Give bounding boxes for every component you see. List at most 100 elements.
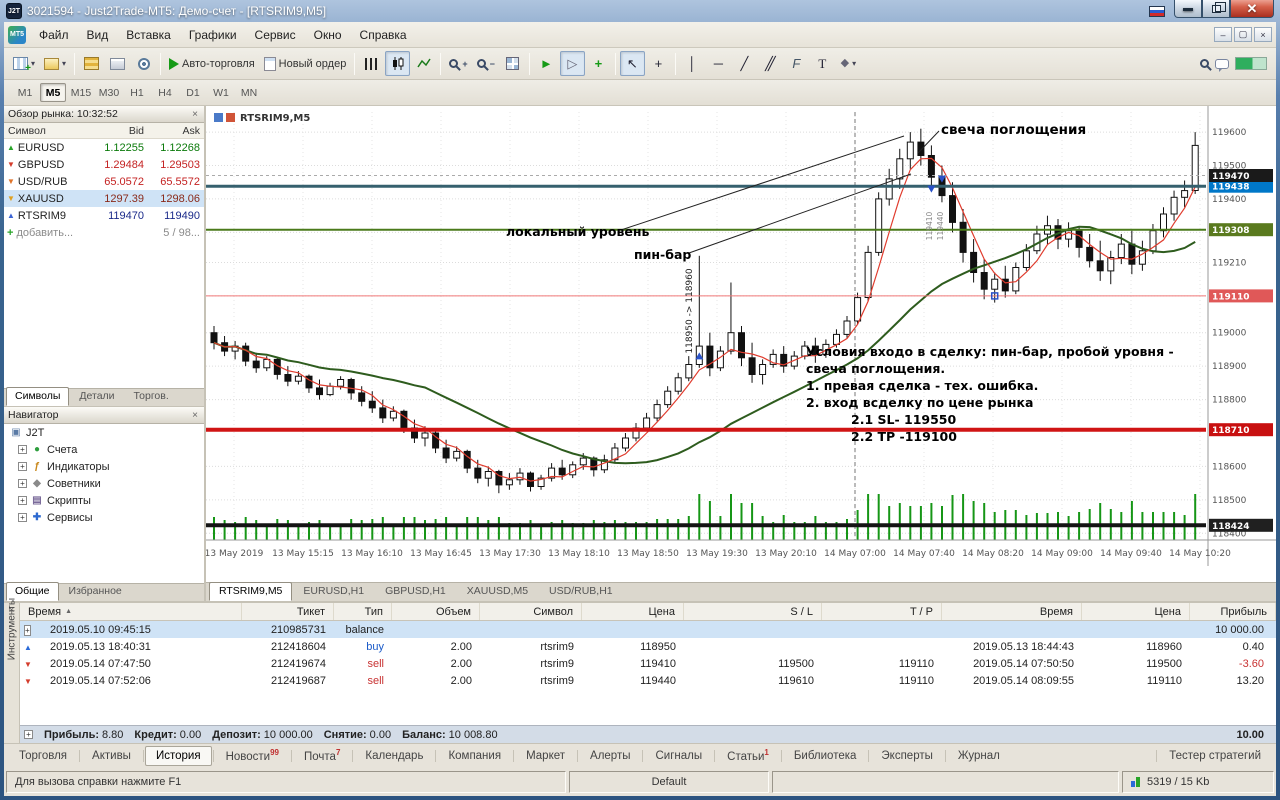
zoom-in-button[interactable]: + [445,51,471,76]
candles-chart-button[interactable] [385,51,411,76]
shapes-button[interactable]: ◆ ▾ [836,51,861,76]
add-symbol-row[interactable]: + добавить... 5 / 98... [4,224,204,241]
history-column-1[interactable]: Тикет [242,603,334,620]
chart-tab-eurusd-h1[interactable]: EURUSD,H1 [293,582,374,601]
chart-tab-gbpusd-h1[interactable]: GBPUSD,H1 [375,582,456,601]
history-column-8[interactable]: Время [942,603,1082,620]
timeframe-button-mn[interactable]: MN [236,83,262,102]
navigator-item-indicators[interactable]: + ƒ Индикаторы [4,458,204,475]
toolbox-tab-почта[interactable]: Почта7 [293,744,351,767]
timeframe-button-h1[interactable]: H1 [124,83,150,102]
mdi-minimize-button[interactable]: – [1214,27,1232,42]
toolbox-tab-история[interactable]: История [144,745,212,766]
history-row-0[interactable]: +2019.05.10 09:45:15 210985731 balance 10 0… [20,621,1276,638]
new-chart-button[interactable]: ▾ [9,51,39,76]
zoom-out-button[interactable]: − [473,51,499,76]
toolbox-tab-маркет[interactable]: Маркет [515,746,576,766]
timeframe-button-w1[interactable]: W1 [208,83,234,102]
market-watch-tab-символы[interactable]: Символы [6,387,70,406]
toolbox-tab-статьи[interactable]: Статьи1 [716,744,780,767]
expand-icon[interactable]: + [24,624,31,636]
close-icon[interactable]: × [190,109,200,120]
navigator-item-accounts[interactable]: + ● Счета [4,441,204,458]
market-watch-tab-торгов[interactable]: Торгов. [125,387,178,406]
expand-icon[interactable]: + [24,730,33,739]
expand-icon[interactable]: + [18,462,27,471]
navigator-item-experts[interactable]: + ◆ Советники [4,475,204,492]
search-icon[interactable] [1200,59,1209,68]
navigator-toggle[interactable] [131,51,156,76]
market-watch-row-xauusd[interactable]: ▼ XAUUSD 1297.39 1298.06 [4,190,204,207]
toolbox-tab-новости[interactable]: Новости99 [215,744,290,767]
navigator-caption[interactable]: Навигатор × [4,407,204,424]
market-watch-row-eurusd[interactable]: ▲ EURUSD 1.12255 1.12268 [4,139,204,156]
minimize-button[interactable]: ▬ [1174,0,1202,18]
history-column-3[interactable]: Объем [392,603,480,620]
market-watch-row-usd-rub[interactable]: ▼ USD/RUB 65.0572 65.5572 [4,173,204,190]
toolbox-tab-календарь[interactable]: Календарь [354,746,434,766]
timeframe-button-m5[interactable]: M5 [40,83,66,102]
crosshair-button[interactable]: + [646,51,671,76]
strategy-tester-tab[interactable]: Тестер стратегий [1158,746,1272,766]
toolbox-tab-активы[interactable]: Активы [81,746,142,766]
chart-tab-rtsrim9-m5[interactable]: RTSRIM9,M5 [209,582,293,601]
new-order-button[interactable]: Новый ордер [260,51,351,76]
vertical-line-button[interactable]: │ [680,51,705,76]
history-row-3[interactable]: ▼ 2019.05.14 07:52:06 212419687 sell 2.00 rts… [20,672,1276,689]
toolbox-tab-сигналы[interactable]: Сигналы [644,746,713,766]
horizontal-line-button[interactable]: ─ [706,51,731,76]
close-icon[interactable]: × [190,410,200,421]
market-watch-column-2[interactable]: Ask [148,125,204,137]
status-profile[interactable]: Default [569,771,769,793]
menu-item-графики[interactable]: Графики [180,24,246,46]
title-bar[interactable]: J2T 3021594 - Just2Trade-MT5: Демо-счет … [4,0,1276,22]
timeframe-button-h4[interactable]: H4 [152,83,178,102]
toolbox-tab-алерты[interactable]: Алерты [579,746,641,766]
timeframe-button-m15[interactable]: M15 [68,83,94,102]
data-window-toggle[interactable] [105,51,130,76]
toolbox-tab-торговля[interactable]: Торговля [8,746,78,766]
menu-item-сервис[interactable]: Сервис [246,24,305,46]
expand-icon[interactable]: + [18,479,27,488]
history-column-2[interactable]: Тип [334,603,392,620]
text-tool-button[interactable]: T [810,51,835,76]
trendline-button[interactable]: ╱ [732,51,757,76]
menu-item-вид[interactable]: Вид [78,24,118,46]
navigator-tab-избранное[interactable]: Избранное [60,582,131,601]
market-watch-caption[interactable]: Обзор рынка: 10:32:52 × [4,106,204,123]
market-watch-tab-детали[interactable]: Детали [70,387,123,406]
history-column-7[interactable]: T / P [822,603,942,620]
auto-scroll-button[interactable]: ► [534,51,559,76]
history-column-4[interactable]: Символ [480,603,582,620]
market-watch-row-gbpusd[interactable]: ▼ GBPUSD 1.29484 1.29503 [4,156,204,173]
profiles-button[interactable]: ▾ [40,51,70,76]
line-chart-button[interactable] [411,51,436,76]
close-button[interactable]: ✕ [1230,0,1274,18]
toolbox-tab-компания[interactable]: Компания [437,746,512,766]
navigator-root-item[interactable]: ▣ J2T [4,424,204,441]
history-column-9[interactable]: Цена [1082,603,1190,620]
mdi-close-button[interactable]: × [1254,27,1272,42]
chart-tab-xauusd-m5[interactable]: XAUUSD,M5 [457,582,538,601]
timeframe-button-m30[interactable]: M30 [96,83,122,102]
toolbox-tab-журнал[interactable]: Журнал [947,746,1011,766]
timeframe-button-m1[interactable]: M1 [12,83,38,102]
mdi-restore-button[interactable]: ▢ [1234,27,1252,42]
market-watch-row-rtsrim9[interactable]: ▲ RTSRIM9 119470 119490 [4,207,204,224]
channel-button[interactable]: ╱╱ [758,51,783,76]
autotrade-button[interactable]: Авто-торговля [165,51,259,76]
history-row-1[interactable]: ▲ 2019.05.13 18:40:31 212418604 buy 2.00 rtsr… [20,638,1276,655]
toolbox-tab-библиотека[interactable]: Библиотека [783,746,868,766]
menu-item-окно[interactable]: Окно [305,24,351,46]
chart-tab-usd-rub-h1[interactable]: USD/RUB,H1 [539,582,623,601]
bars-chart-button[interactable] [359,51,384,76]
fibonacci-button[interactable]: F [784,51,809,76]
expand-icon[interactable]: + [18,445,27,454]
market-watch-column-1[interactable]: Bid [90,125,148,137]
expand-icon[interactable]: + [18,496,27,505]
history-row-2[interactable]: ▼ 2019.05.14 07:47:50 212419674 sell 2.00 rts… [20,655,1276,672]
history-column-6[interactable]: S / L [684,603,822,620]
toolbox-tab-эксперты[interactable]: Эксперты [870,746,943,766]
navigator-item-scripts[interactable]: + ▤ Скрипты [4,492,204,509]
navigator-item-services[interactable]: + ✚ Сервисы [4,509,204,526]
